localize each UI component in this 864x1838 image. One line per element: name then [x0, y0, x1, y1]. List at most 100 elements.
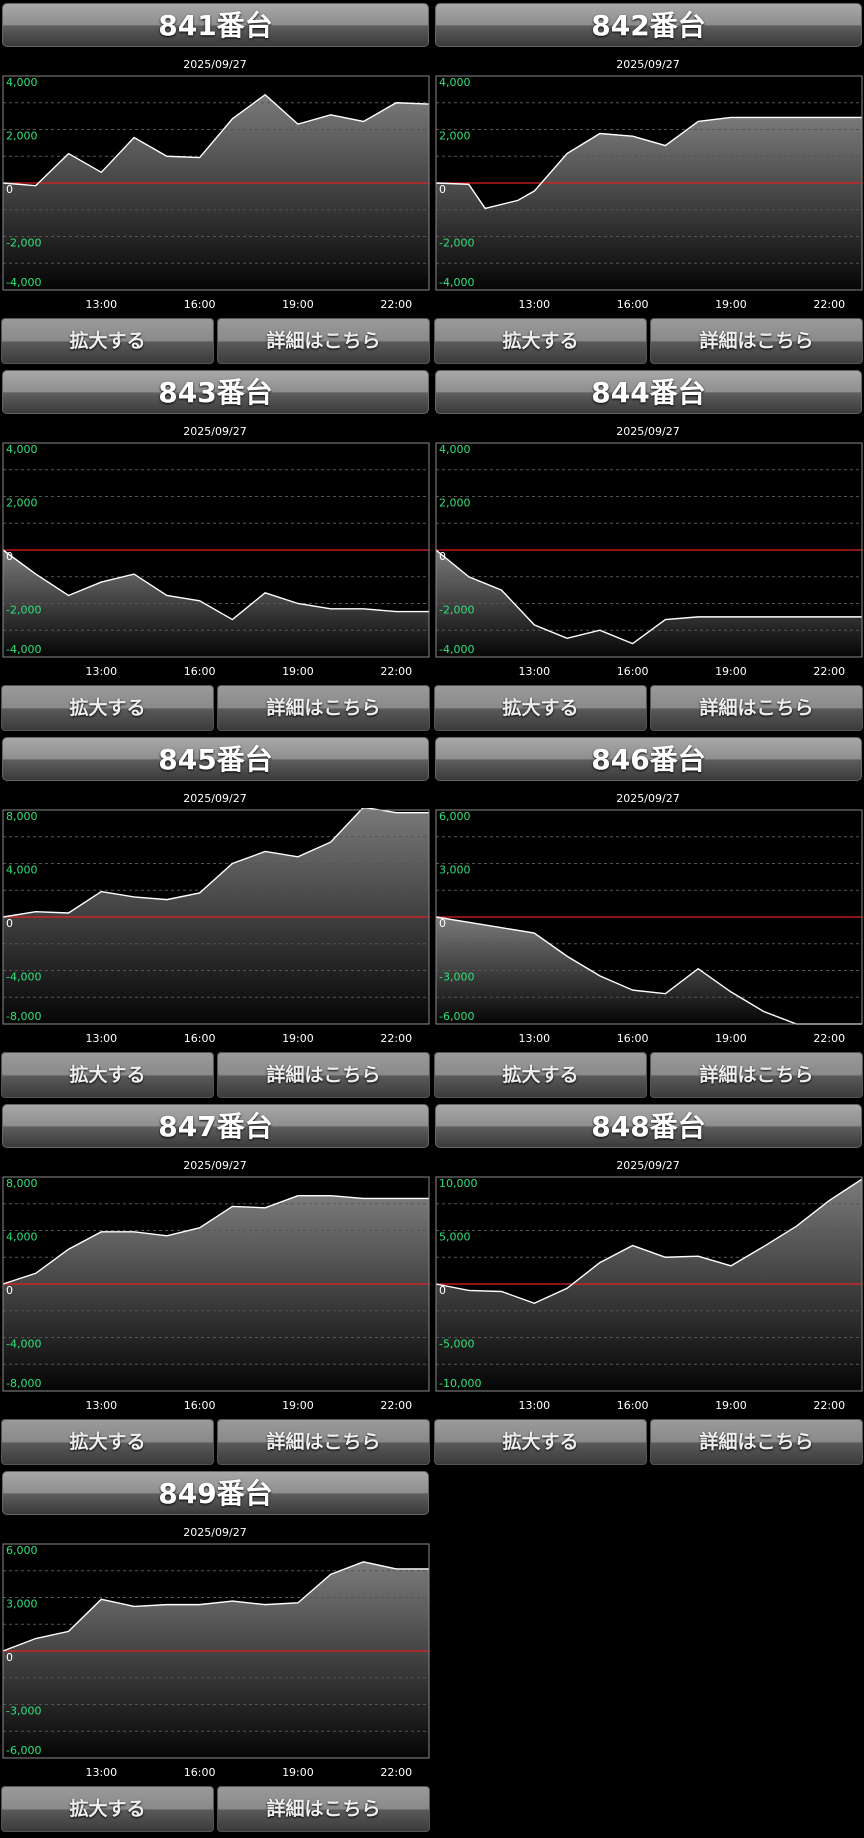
y-tick-label: 0	[6, 1651, 13, 1664]
zoom-button[interactable]: 拡大する	[1, 1052, 214, 1098]
x-tick-label: 13:00	[518, 298, 550, 311]
x-tick-label: 16:00	[617, 665, 649, 678]
chart-date: 2025/09/27	[183, 58, 247, 71]
details-button[interactable]: 詳細はこちら	[650, 318, 863, 364]
details-button[interactable]: 詳細はこちら	[217, 1052, 430, 1098]
x-tick-label: 13:00	[85, 1766, 117, 1779]
x-tick-label: 13:00	[518, 665, 550, 678]
y-tick-label: -10,000	[439, 1377, 481, 1390]
zoom-button[interactable]: 拡大する	[1, 318, 214, 364]
machine-title: 843番台	[2, 370, 429, 414]
machine-panel: 843番台 2025/09/27 4,000 2,000 0 -2,000 -4,000 13…	[0, 367, 430, 734]
y-tick-label: 2,000	[6, 497, 38, 510]
y-tick-label: 4,000	[6, 76, 38, 89]
zoom-button[interactable]: 拡大する	[434, 318, 647, 364]
y-tick-label: -4,000	[6, 1338, 41, 1351]
slump-chart: 6,000 3,000 0 -3,000 -6,000 13:00 16:00 19:00 22…	[435, 809, 863, 1045]
slump-chart: 4,000 2,000 0 -2,000 -4,000 13:00 16:00 19:00 22…	[2, 442, 430, 678]
machine-panel: 842番台 2025/09/27 4,000 2,000 0 -2,000 -4,000 13…	[433, 0, 863, 367]
machine-panel: 848番台 2025/09/27 10,000 5,000 0 -5,000 -10,000…	[433, 1101, 863, 1468]
y-tick-label: -2,000	[6, 237, 41, 250]
y-tick-label: 0	[6, 917, 13, 930]
machine-title: 848番台	[435, 1104, 862, 1148]
y-tick-label: 0	[6, 183, 13, 196]
y-tick-label: 0	[439, 183, 446, 196]
machine-title: 842番台	[435, 3, 862, 47]
x-tick-label: 13:00	[518, 1399, 550, 1412]
details-button[interactable]: 詳細はこちら	[650, 1052, 863, 1098]
details-button[interactable]: 詳細はこちら	[650, 1419, 863, 1465]
slump-chart: 6,000 3,000 0 -3,000 -6,000 13:00 16:00 19:00 22…	[2, 1543, 430, 1779]
x-tick-label: 22:00	[380, 1399, 412, 1412]
y-tick-label: -4,000	[439, 643, 474, 656]
y-tick-label: 2,000	[6, 130, 38, 143]
x-tick-label: 22:00	[380, 1032, 412, 1045]
y-tick-label: 6,000	[6, 1544, 38, 1557]
y-tick-label: -2,000	[6, 604, 41, 617]
machine-panel: 845番台 2025/09/27 8,000 4,000 0 -4,000 -8,000 13…	[0, 734, 430, 1101]
y-tick-label: 2,000	[439, 497, 471, 510]
chart-date: 2025/09/27	[183, 425, 247, 438]
x-tick-label: 22:00	[813, 1032, 845, 1045]
x-tick-label: 16:00	[184, 298, 216, 311]
y-tick-label: 8,000	[6, 810, 38, 823]
x-tick-label: 19:00	[715, 1399, 747, 1412]
y-tick-label: 0	[439, 1284, 446, 1297]
chart-date: 2025/09/27	[183, 1526, 247, 1539]
y-tick-label: -2,000	[439, 237, 474, 250]
zoom-button[interactable]: 拡大する	[1, 1419, 214, 1465]
y-tick-label: 3,000	[6, 1598, 38, 1611]
machine-title: 841番台	[2, 3, 429, 47]
x-tick-label: 13:00	[85, 298, 117, 311]
slump-chart: 10,000 5,000 0 -5,000 -10,000 13:00 16:00 19:00…	[435, 1176, 863, 1412]
x-tick-label: 19:00	[715, 298, 747, 311]
machine-panel: 847番台 2025/09/27 8,000 4,000 0 -4,000 -8,000 13…	[0, 1101, 430, 1468]
y-tick-label: 6,000	[439, 810, 471, 823]
y-tick-label: -4,000	[439, 276, 474, 289]
y-tick-label: -4,000	[6, 971, 41, 984]
y-tick-label: -3,000	[6, 1705, 41, 1718]
details-button[interactable]: 詳細はこちら	[217, 1786, 430, 1832]
y-tick-label: -6,000	[439, 1010, 474, 1023]
y-tick-label: -8,000	[6, 1377, 41, 1390]
details-button[interactable]: 詳細はこちら	[217, 318, 430, 364]
y-tick-label: -5,000	[439, 1338, 474, 1351]
x-tick-label: 16:00	[617, 1399, 649, 1412]
y-tick-label: 4,000	[6, 864, 38, 877]
y-tick-label: 4,000	[439, 443, 471, 456]
details-button[interactable]: 詳細はこちら	[650, 685, 863, 731]
zoom-button[interactable]: 拡大する	[1, 685, 214, 731]
machine-panel: 849番台 2025/09/27 6,000 3,000 0 -3,000 -6,000 13…	[0, 1468, 430, 1835]
y-tick-label: 10,000	[439, 1177, 478, 1190]
x-tick-label: 19:00	[715, 665, 747, 678]
y-tick-label: -4,000	[6, 643, 41, 656]
x-tick-label: 13:00	[518, 1032, 550, 1045]
details-button[interactable]: 詳細はこちら	[217, 685, 430, 731]
chart-date: 2025/09/27	[183, 792, 247, 805]
machine-title: 844番台	[435, 370, 862, 414]
zoom-button[interactable]: 拡大する	[434, 1419, 647, 1465]
machine-title: 847番台	[2, 1104, 429, 1148]
zoom-button[interactable]: 拡大する	[434, 1052, 647, 1098]
chart-date: 2025/09/27	[183, 1159, 247, 1172]
x-tick-label: 22:00	[380, 298, 412, 311]
slump-chart: 8,000 4,000 0 -4,000 -8,000 13:00 16:00 19:00 22…	[2, 808, 430, 1045]
machine-title: 845番台	[2, 737, 429, 781]
chart-date: 2025/09/27	[616, 792, 680, 805]
zoom-button[interactable]: 拡大する	[434, 685, 647, 731]
y-tick-label: 8,000	[6, 1177, 38, 1190]
y-tick-label: 0	[439, 917, 446, 930]
y-tick-label: -8,000	[6, 1010, 41, 1023]
y-tick-label: 0	[6, 550, 13, 563]
x-tick-label: 19:00	[282, 298, 314, 311]
machine-title: 849番台	[2, 1471, 429, 1515]
y-tick-label: 2,000	[439, 130, 471, 143]
zoom-button[interactable]: 拡大する	[1, 1786, 214, 1832]
y-tick-label: 0	[439, 550, 446, 563]
x-tick-label: 19:00	[282, 665, 314, 678]
details-button[interactable]: 詳細はこちら	[217, 1419, 430, 1465]
slump-chart: 4,000 2,000 0 -2,000 -4,000 13:00 16:00 19:00 22…	[435, 442, 863, 678]
y-tick-label: -4,000	[6, 276, 41, 289]
x-tick-label: 16:00	[184, 1399, 216, 1412]
chart-date: 2025/09/27	[616, 1159, 680, 1172]
